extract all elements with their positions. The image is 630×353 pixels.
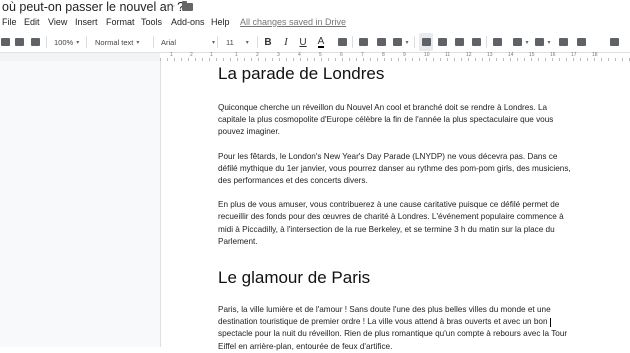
ruler-number: 10 bbox=[424, 52, 430, 58]
ruler-number: 14 bbox=[508, 52, 514, 58]
menu-insert[interactable]: Insert bbox=[75, 17, 98, 27]
text-cursor bbox=[549, 317, 551, 327]
italic-button[interactable]: I bbox=[280, 33, 292, 51]
save-status[interactable]: All changes saved in Drive bbox=[240, 17, 346, 27]
ruler-number: 17 bbox=[571, 52, 577, 58]
toolbar-divider bbox=[46, 36, 47, 48]
increase-indent-icon[interactable] bbox=[575, 33, 587, 51]
link-icon[interactable] bbox=[357, 33, 369, 51]
menu-bar: File Edit View Insert Format Tools Add-o… bbox=[0, 16, 630, 30]
toolbar-divider bbox=[153, 36, 154, 48]
toolbar-divider bbox=[217, 36, 218, 48]
image-icon[interactable]: ▾ bbox=[393, 33, 409, 51]
spellcheck-icon[interactable] bbox=[13, 33, 25, 51]
justify-icon[interactable] bbox=[470, 33, 482, 51]
ruler-number: 1 bbox=[210, 52, 213, 58]
menu-view[interactable]: View bbox=[48, 17, 67, 27]
star-icon[interactable]: ☆ bbox=[165, 0, 176, 14]
align-right-icon[interactable] bbox=[453, 33, 465, 51]
toolbar: 100% ▾ Normal text ▾ Arial ▾ 11 ▾ B I U A ▾ … bbox=[0, 33, 630, 51]
align-center-icon[interactable] bbox=[436, 33, 448, 51]
ruler-number: 1 bbox=[170, 52, 173, 58]
document-body[interactable]: La parade de Londres Quiconque cherche u… bbox=[218, 61, 576, 353]
font-size-value: 11 bbox=[226, 37, 234, 47]
heading-paris[interactable]: Le glamour de Paris bbox=[218, 268, 576, 288]
menu-tools[interactable]: Tools bbox=[141, 17, 162, 27]
ruler-number: 2 bbox=[256, 52, 259, 58]
comment-icon[interactable] bbox=[375, 33, 387, 51]
ruler-number: 2 bbox=[190, 52, 193, 58]
menu-format[interactable]: Format bbox=[106, 17, 135, 27]
ruler-number: 6 bbox=[340, 52, 343, 58]
chevron-down-icon: ▾ bbox=[76, 39, 80, 46]
menu-file[interactable]: File bbox=[2, 17, 17, 27]
toolbar-divider bbox=[414, 36, 415, 48]
font-value: Arial bbox=[161, 37, 177, 47]
ruler-number: 7 bbox=[361, 52, 364, 58]
paint-format-icon[interactable] bbox=[29, 33, 41, 51]
ruler-number: 18 bbox=[592, 52, 598, 58]
menu-edit[interactable]: Edit bbox=[24, 17, 40, 27]
heading-london[interactable]: La parade de Londres bbox=[218, 64, 576, 84]
toolbar-divider bbox=[352, 36, 353, 48]
toolbar-divider bbox=[86, 36, 87, 48]
folder-icon[interactable] bbox=[182, 1, 193, 11]
ruler-number: 16 bbox=[550, 52, 556, 58]
chevron-down-icon: ▾ bbox=[245, 39, 249, 46]
numbered-list-icon[interactable]: ▾ bbox=[513, 33, 529, 51]
paragraph-text: spectacle pour la nuit du réveillon. Rie… bbox=[218, 329, 568, 351]
menu-addons[interactable]: Add-ons bbox=[171, 17, 205, 27]
document-canvas: La parade de Londres Quiconque cherche u… bbox=[0, 61, 630, 351]
align-left-icon[interactable] bbox=[419, 33, 433, 51]
bulleted-list-icon[interactable]: ▾ bbox=[535, 33, 551, 51]
paragraph[interactable]: Pour les fêtards, le London's New Year's… bbox=[218, 151, 576, 188]
document-page[interactable]: La parade de Londres Quiconque cherche u… bbox=[160, 61, 630, 351]
style-value: Normal text bbox=[95, 37, 134, 47]
bold-button[interactable]: B bbox=[262, 33, 274, 51]
line-spacing-icon[interactable] bbox=[491, 33, 503, 51]
zoom-value: 100% bbox=[54, 37, 74, 47]
ruler-number: 11 bbox=[445, 52, 451, 58]
paragraph[interactable]: En plus de vous amuser, vous contribuere… bbox=[218, 199, 576, 248]
ruler-number: 9 bbox=[403, 52, 406, 58]
underline-button[interactable]: U bbox=[297, 33, 309, 51]
text-color-button[interactable]: A bbox=[315, 33, 327, 51]
menu-help[interactable]: Help bbox=[211, 17, 230, 27]
title-bar: où peut-on passer le nouvel an ? ☆ bbox=[0, 0, 630, 16]
ruler-number: 12 bbox=[466, 52, 472, 58]
style-select[interactable]: Normal text ▾ bbox=[95, 33, 139, 51]
ruler-number: 8 bbox=[382, 52, 385, 58]
paragraph[interactable]: Quiconque cherche un réveillon du Nouvel… bbox=[218, 102, 576, 139]
font-select[interactable]: Arial ▾ bbox=[161, 33, 215, 51]
ruler-number: 15 bbox=[529, 52, 535, 58]
paragraph-text: Paris, la ville lumière et de l'amour ! … bbox=[218, 305, 551, 327]
document-title[interactable]: où peut-on passer le nouvel an ? bbox=[2, 0, 184, 14]
toolbar-divider bbox=[486, 36, 487, 48]
font-size-select[interactable]: 11 ▾ bbox=[226, 33, 249, 51]
zoom-select[interactable]: 100% ▾ bbox=[54, 33, 79, 51]
ruler-number: 5 bbox=[319, 52, 322, 58]
chevron-down-icon: ▾ bbox=[136, 39, 140, 46]
ruler-number: 13 bbox=[487, 52, 493, 58]
print-icon[interactable] bbox=[0, 33, 10, 51]
clear-formatting-icon[interactable] bbox=[608, 33, 620, 51]
decrease-indent-icon[interactable] bbox=[557, 33, 569, 51]
toolbar-divider bbox=[257, 36, 258, 48]
ruler-number: 1 bbox=[235, 52, 238, 58]
ruler-number: 3 bbox=[277, 52, 280, 58]
highlight-icon[interactable] bbox=[336, 33, 348, 51]
ruler-number: 4 bbox=[298, 52, 301, 58]
paragraph[interactable]: Paris, la ville lumière et de l'amour ! … bbox=[218, 304, 576, 353]
ruler-scale: 1 2 1 1 2 3 4 5 6 7 8 9 10 11 12 13 14 1… bbox=[160, 52, 630, 61]
chevron-down-icon: ▾ bbox=[212, 39, 216, 46]
